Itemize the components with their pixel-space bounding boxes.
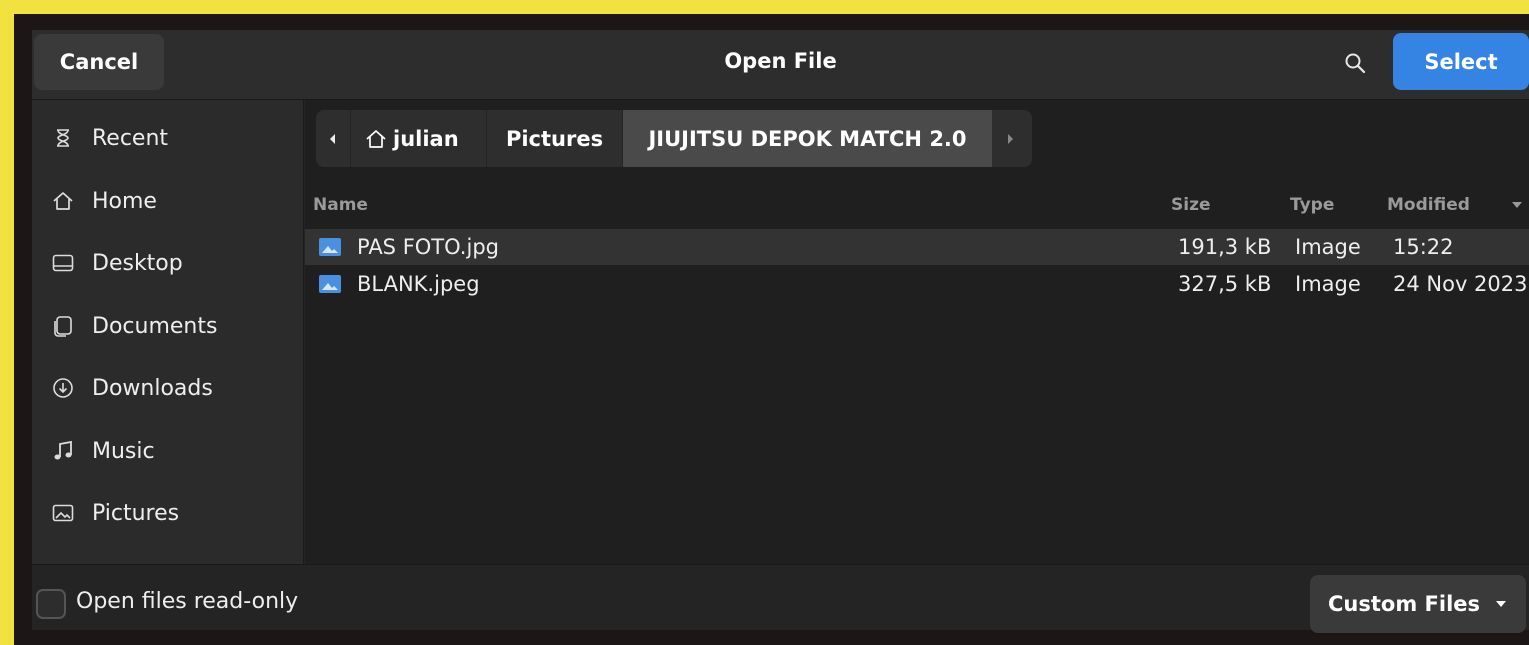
column-header-name[interactable]: Name: [313, 192, 368, 218]
sidebar-item-downloads[interactable]: Downloads: [32, 360, 304, 416]
breadcrumb-label: julian: [393, 126, 459, 151]
footer-bar: Open files read-only Custom Files: [32, 564, 1529, 633]
file-modified: 15:22: [1393, 235, 1454, 259]
file-filter-dropdown[interactable]: Custom Files: [1310, 575, 1526, 633]
sidebar-item-label: Downloads: [92, 375, 213, 401]
picture-icon: [52, 502, 74, 524]
breadcrumb-label: JIUJITSU DEPOK MATCH 2.0: [648, 126, 967, 151]
image-file-icon: [319, 275, 341, 293]
column-header-type[interactable]: Type: [1290, 192, 1334, 218]
file-row[interactable]: BLANK.jpeg 327,5 kB Image 24 Nov 2023: [305, 266, 1529, 302]
sidebar-item-label: Music: [92, 438, 155, 464]
file-row[interactable]: PAS FOTO.jpg 191,3 kB Image 15:22: [305, 229, 1529, 265]
sidebar-item-label: Home: [92, 188, 157, 214]
cancel-button[interactable]: Cancel: [34, 34, 164, 90]
file-size: 191,3 kB: [1178, 235, 1272, 259]
sidebar-item-desktop[interactable]: Desktop: [32, 235, 304, 291]
sidebar: Recent Home Desktop Documents Downloads: [32, 100, 304, 564]
path-back-button[interactable]: [316, 110, 350, 167]
file-type: Image: [1295, 272, 1361, 296]
sidebar-item-label: Documents: [92, 313, 218, 339]
document-icon: [52, 315, 74, 337]
header-bar: Open File Cancel Select: [32, 30, 1529, 100]
open-file-dialog: Open File Cancel Select Recent Home Desk…: [32, 30, 1529, 633]
breadcrumb-home[interactable]: julian: [350, 110, 486, 167]
read-only-label[interactable]: Open files read-only: [76, 589, 298, 614]
download-icon: [52, 377, 74, 399]
file-browser: julian Pictures JIUJITSU DEPOK MATCH 2.0…: [305, 100, 1529, 564]
sidebar-item-documents[interactable]: Documents: [32, 298, 304, 354]
sidebar-item-pictures[interactable]: Pictures: [32, 485, 304, 541]
clock-icon: [52, 127, 74, 149]
file-size: 327,5 kB: [1178, 272, 1272, 296]
file-name: BLANK.jpeg: [357, 272, 480, 296]
path-forward-button[interactable]: [992, 110, 1028, 167]
read-only-checkbox[interactable]: [36, 589, 66, 619]
sidebar-item-home[interactable]: Home: [32, 173, 304, 229]
sidebar-item-recent[interactable]: Recent: [32, 110, 304, 166]
sidebar-item-music[interactable]: Music: [32, 423, 304, 479]
desktop-icon: [52, 252, 74, 274]
breadcrumb-pictures[interactable]: Pictures: [486, 110, 622, 167]
sort-descending-icon[interactable]: [1510, 192, 1524, 218]
search-icon: [1345, 53, 1366, 74]
chevron-down-icon: [1496, 601, 1507, 607]
breadcrumb-label: Pictures: [505, 126, 604, 151]
music-icon: [52, 440, 74, 462]
chevron-right-icon: [1008, 133, 1013, 144]
column-header-modified[interactable]: Modified: [1387, 192, 1470, 218]
chevron-left-icon: [330, 133, 335, 144]
search-button[interactable]: [1335, 44, 1375, 82]
file-name: PAS FOTO.jpg: [357, 235, 499, 259]
sidebar-item-label: Recent: [92, 125, 169, 151]
filter-label: Custom Files: [1328, 592, 1481, 616]
select-button[interactable]: Select: [1393, 33, 1529, 90]
file-modified: 24 Nov 2023: [1393, 272, 1528, 296]
home-icon: [366, 129, 386, 148]
home-icon: [52, 190, 74, 212]
sidebar-item-label: Desktop: [92, 250, 183, 276]
dialog-title: Open File: [724, 49, 837, 73]
column-header-size[interactable]: Size: [1171, 192, 1211, 218]
image-file-icon: [319, 238, 341, 256]
path-bar: julian Pictures JIUJITSU DEPOK MATCH 2.0: [316, 110, 1032, 167]
file-type: Image: [1295, 235, 1361, 259]
sidebar-item-label: Pictures: [92, 500, 180, 526]
breadcrumb-current[interactable]: JIUJITSU DEPOK MATCH 2.0: [622, 110, 992, 167]
